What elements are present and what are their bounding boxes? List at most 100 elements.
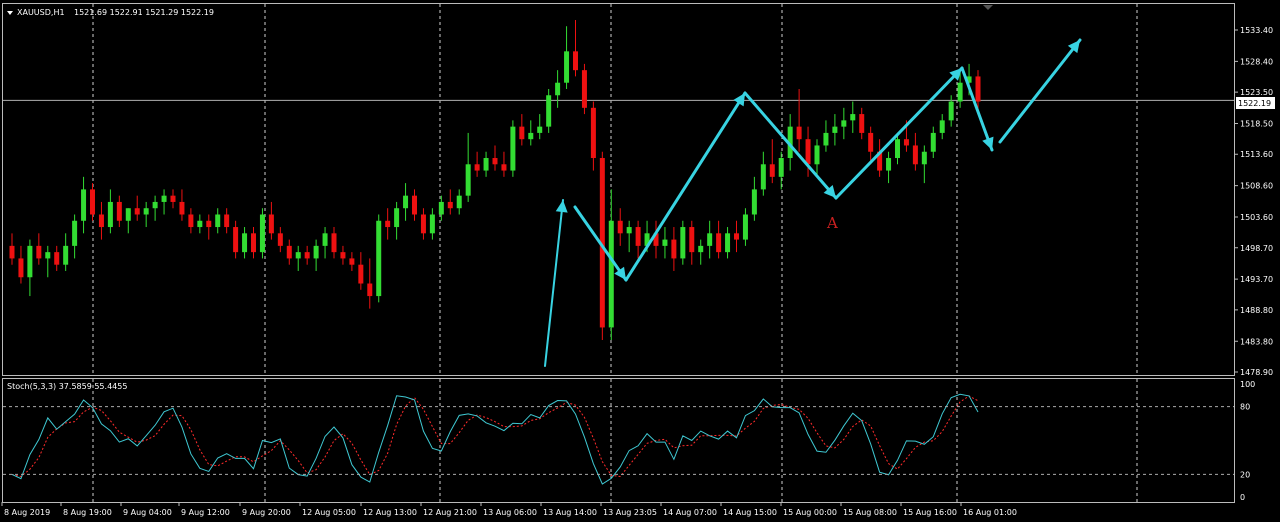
time-tick-label: 13 Aug 23:05: [603, 508, 657, 517]
candle-body: [617, 220, 623, 234]
candle-body: [895, 139, 900, 159]
candle-body: [224, 214, 230, 228]
candle-body: [385, 220, 391, 228]
candle-body: [751, 189, 757, 215]
candle-body: [233, 227, 239, 253]
price-tick-label: 1483.80: [1240, 337, 1273, 346]
time-tick-label: 9 Aug 12:00: [181, 508, 230, 517]
candle-body: [501, 164, 507, 171]
candle-body: [850, 114, 856, 121]
candle-body: [948, 101, 954, 121]
price-tick-label: 1503.60: [1240, 213, 1273, 222]
candle-body: [546, 95, 552, 127]
candle-body: [438, 201, 444, 215]
price-tick-label: 1528.40: [1240, 57, 1273, 66]
candle-body: [742, 214, 748, 240]
chart-canvas[interactable]: 1533.40 1528.40 1523.50 1518.50 1513.60 1508.…: [0, 0, 1280, 522]
candle-body: [760, 164, 766, 190]
price-tick-label: 1513.60: [1240, 150, 1273, 159]
candle-body: [134, 208, 140, 215]
candle-body: [143, 208, 149, 215]
time-tick-label: 12 Aug 21:00: [423, 508, 477, 517]
candle-body: [868, 132, 874, 152]
candle-body: [116, 201, 122, 221]
candle-body: [859, 114, 865, 133]
time-tick-label: 8 Aug 19:00: [63, 508, 112, 517]
candle-body: [590, 107, 596, 159]
candle-body: [555, 82, 561, 96]
candle-body: [564, 51, 570, 83]
candle-body: [259, 214, 265, 253]
price-tick-label: 1523.50: [1240, 88, 1273, 97]
candle-body: [107, 201, 113, 228]
time-tick-label: 14 Aug 07:00: [663, 508, 717, 517]
candle-body: [81, 189, 87, 221]
candle-body: [63, 245, 69, 265]
candle-body: [403, 195, 409, 209]
candle-body: [429, 214, 435, 234]
price-tick-label: 1533.40: [1240, 26, 1273, 35]
candle-body: [573, 51, 578, 71]
time-tick-label: 8 Aug 2019: [4, 508, 50, 517]
candle-body: [975, 76, 981, 102]
time-tick-label: 12 Aug 05:00: [302, 508, 356, 517]
candle-body: [957, 82, 963, 102]
candle-body: [698, 245, 704, 253]
candle-body: [823, 132, 829, 146]
candle-body: [188, 214, 194, 228]
candle-body: [420, 214, 426, 234]
time-tick-label: 16 Aug 01:00: [963, 508, 1017, 517]
candle-body: [796, 126, 802, 140]
candle-body: [474, 164, 480, 171]
current-price-label: 1522.19: [1238, 99, 1271, 108]
candle-body: [9, 245, 15, 259]
candle-body: [331, 233, 337, 253]
candle-body: [939, 120, 945, 133]
time-tick-label: 15 Aug 16:00: [903, 508, 957, 517]
candle-body: [313, 245, 319, 259]
candle-body: [492, 158, 498, 165]
candle-body: [581, 70, 587, 108]
candle-body: [170, 195, 176, 202]
time-tick-label: 12 Aug 13:00: [363, 508, 417, 517]
price-tick-label: 1508.60: [1240, 182, 1273, 191]
time-tick-label: 13 Aug 14:00: [543, 508, 597, 517]
candle-body: [841, 120, 847, 127]
time-tick-label: 14 Aug 15:00: [723, 508, 777, 517]
candle-body: [725, 233, 731, 253]
candle-body: [769, 164, 775, 177]
candle-body: [734, 233, 739, 240]
candle-body: [680, 227, 686, 259]
candle-body: [18, 258, 24, 278]
price-tick-label: 1498.70: [1240, 244, 1273, 253]
indicator-level-label: 20: [1240, 470, 1250, 479]
price-tick-label: 1493.70: [1240, 275, 1273, 284]
candle-body: [626, 227, 632, 234]
candle-body: [510, 126, 516, 171]
candle-body: [778, 158, 784, 177]
candle-body: [662, 239, 668, 246]
candle-body: [376, 220, 382, 297]
candle-body: [152, 201, 158, 209]
candle-body: [251, 233, 256, 253]
candle-body: [483, 158, 489, 171]
candle-body: [832, 126, 838, 133]
price-tick-label: 1478.90: [1240, 368, 1273, 377]
candle-body: [716, 233, 722, 253]
candle-body: [456, 195, 462, 209]
time-tick-label: 15 Aug 08:00: [843, 508, 897, 517]
candle-body: [447, 201, 453, 209]
candle-body: [125, 208, 131, 221]
candle-body: [635, 227, 641, 246]
candle-body: [886, 158, 892, 171]
indicator-level-label: 100: [1240, 380, 1255, 389]
candle-body: [689, 227, 695, 253]
candle-body: [528, 132, 534, 140]
price-tick-label: 1518.50: [1240, 120, 1273, 129]
candle-body: [921, 151, 927, 165]
candle-body: [179, 201, 185, 215]
indicator-label: Stoch(5,3,3) 37.5859 55.4455: [7, 382, 127, 391]
time-tick-label: 15 Aug 00:00: [783, 508, 837, 517]
candle-body: [707, 233, 713, 246]
time-tick-label: 9 Aug 20:00: [242, 508, 291, 517]
